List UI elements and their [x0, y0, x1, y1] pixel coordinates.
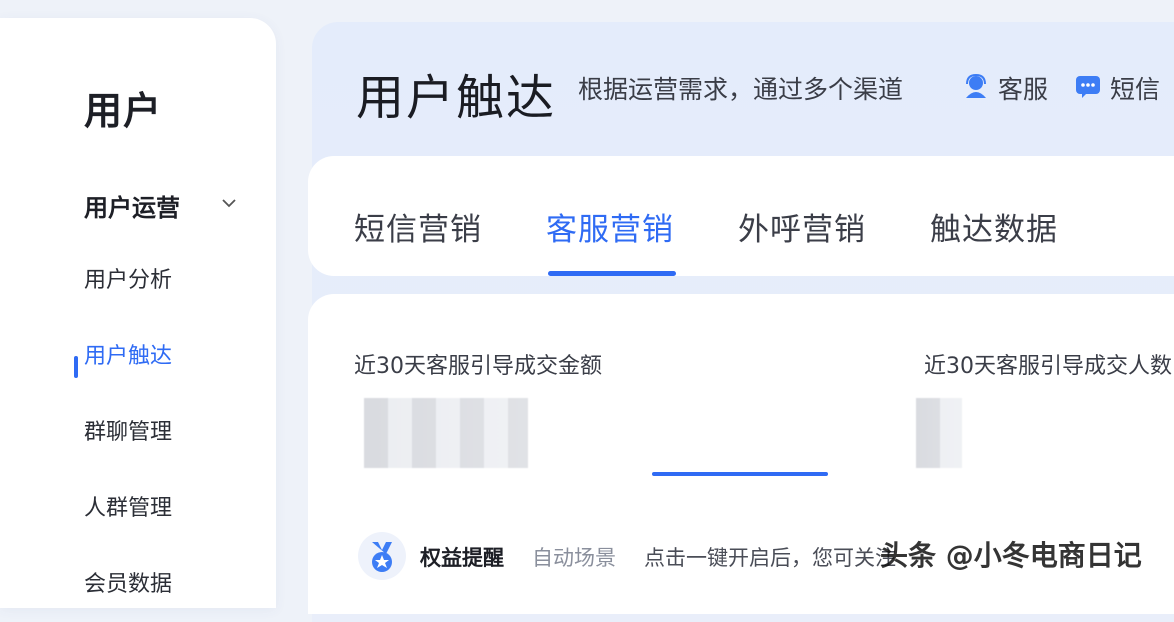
metric-value-amount-blurred	[364, 398, 528, 468]
benefit-reminder-label: 权益提醒	[420, 546, 504, 570]
page-title: 用户触达	[356, 70, 557, 126]
watermark: 头条 @小冬电商日记	[880, 539, 1142, 572]
tab-sms-marketing[interactable]: 短信营销	[354, 204, 482, 249]
chevron-down-icon[interactable]	[220, 194, 238, 212]
progress-bar	[652, 472, 828, 476]
sms-icon	[1076, 76, 1100, 98]
sidebar-item-group-chat[interactable]: 群聊管理	[84, 414, 172, 446]
customer-service-icon	[966, 73, 986, 98]
sidebar-group-user-ops[interactable]: 用户运营	[84, 188, 180, 223]
tab-reach-data[interactable]: 触达数据	[930, 204, 1058, 249]
metric-value-buyers-blurred	[916, 398, 962, 468]
sidebar-title: 用户	[84, 89, 163, 133]
tab-outbound-call-marketing[interactable]: 外呼营销	[738, 204, 866, 249]
medal-icon	[358, 532, 406, 580]
auto-scene-label[interactable]: 自动场景	[532, 542, 616, 572]
active-tab-underline	[548, 271, 676, 276]
tabs-bar: 短信营销 客服营销 外呼营销 触达数据	[308, 156, 1174, 276]
sidebar-item-user-analysis[interactable]: 用户分析	[84, 262, 172, 294]
benefit-reminder-text: 点击一键开启后，您可关注	[644, 546, 896, 570]
channel-label-sms: 短信	[1110, 75, 1161, 104]
sidebar-item-crowd[interactable]: 人群管理	[84, 490, 172, 522]
sidebar-item-user-reach[interactable]: 用户触达	[84, 338, 172, 370]
metric-label-buyers: 近30天客服引导成交人数	[924, 354, 1172, 379]
metric-label-amount: 近30天客服引导成交金额	[354, 354, 602, 379]
sidebar-item-member-data[interactable]: 会员数据	[84, 566, 172, 598]
active-indicator	[74, 356, 78, 378]
channel-label-service: 客服	[998, 75, 1049, 104]
tab-service-marketing[interactable]: 客服营销	[546, 204, 674, 249]
sidebar: 用户 用户运营 用户分析 用户触达 群聊管理 人群管理 会员数据	[0, 18, 276, 608]
page-description: 根据运营需求，通过多个渠道	[578, 75, 904, 104]
